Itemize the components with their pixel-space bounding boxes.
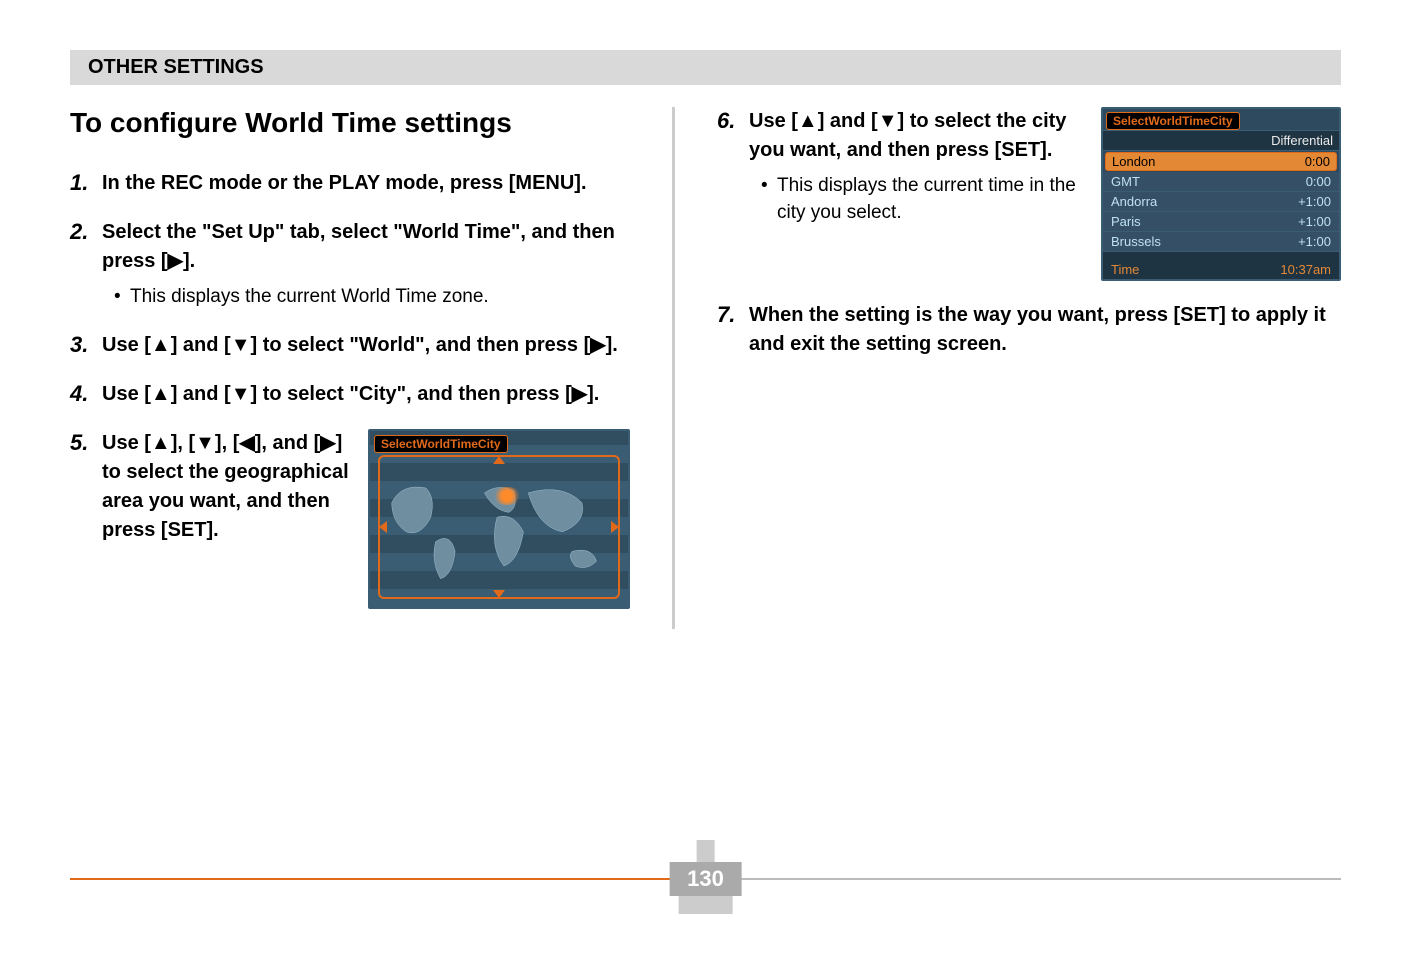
lcd-city: London — [1112, 154, 1155, 169]
manual-page: OTHER SETTINGS To configure World Time s… — [0, 0, 1411, 954]
lcd-spacer — [1103, 252, 1339, 260]
step-text: Use [▲], [▼], [◀], and [▶] to select the… — [102, 429, 350, 545]
step-note: This displays the current time in the ci… — [761, 173, 1083, 226]
lcd-diff: +1:00 — [1298, 234, 1331, 249]
lcd-row: Paris +1:00 — [1103, 212, 1339, 232]
step-text: Use [▲] and [▼] to select "City", and th… — [102, 380, 630, 409]
lcd-diff: +1:00 — [1298, 214, 1331, 229]
lcd-city: Paris — [1111, 214, 1141, 229]
lcd-diff: 0:00 — [1305, 154, 1330, 169]
two-column-layout: To configure World Time settings 1. In t… — [70, 107, 1341, 629]
page-footer: 130 — [669, 840, 742, 914]
step-number: 3. — [70, 331, 94, 360]
steps-right: 6. Use [▲] and [▼] to select the city yo… — [717, 107, 1341, 359]
lcd-row: Andorra +1:00 — [1103, 192, 1339, 212]
step-text: Use [▲] and [▼] to select the city you w… — [749, 107, 1083, 165]
lcd-city: Andorra — [1111, 194, 1157, 209]
lcd-city: Brussels — [1111, 234, 1161, 249]
lcd-city-list-screenshot: SelectWorldTimeCity Differential London … — [1101, 107, 1341, 281]
step-text: Use [▲] and [▼] to select "World", and t… — [102, 331, 630, 360]
lcd-row: GMT 0:00 — [1103, 172, 1339, 192]
lcd-title: SelectWorldTimeCity — [1106, 112, 1240, 130]
column-divider — [672, 107, 675, 629]
lcd-column-header: Differential — [1103, 130, 1339, 151]
step-note-list: This displays the current time in the ci… — [761, 173, 1083, 226]
footer-stub — [697, 840, 715, 862]
step-text: When the setting is the way you want, pr… — [749, 301, 1341, 359]
step-item: 7. When the setting is the way you want,… — [717, 301, 1341, 359]
step-text: Select the "Set Up" tab, select "World T… — [102, 218, 630, 276]
lcd-diff: +1:00 — [1298, 194, 1331, 209]
lcd-diff: 0:00 — [1306, 174, 1331, 189]
lcd-time-label: Time — [1111, 262, 1139, 277]
left-column: To configure World Time settings 1. In t… — [70, 107, 630, 629]
page-number: 130 — [669, 862, 742, 896]
step-number: 2. — [70, 218, 94, 311]
step-text: In the REC mode or the PLAY mode, press … — [102, 169, 630, 198]
step-number: 1. — [70, 169, 94, 198]
right-column: 6. Use [▲] and [▼] to select the city yo… — [717, 107, 1341, 629]
lcd-world-map-screenshot: SelectWorldTimeCity — [368, 429, 630, 609]
lcd-time-value: 10:37am — [1280, 262, 1331, 277]
step-item: 5. Use [▲], [▼], [◀], and [▶] to select … — [70, 429, 630, 609]
step-number: 5. — [70, 429, 94, 609]
section-header: OTHER SETTINGS — [70, 50, 1341, 85]
step-item: 3. Use [▲] and [▼] to select "World", an… — [70, 331, 630, 360]
step-item: 2. Select the "Set Up" tab, select "Worl… — [70, 218, 630, 311]
lcd-city: GMT — [1111, 174, 1140, 189]
world-map-icon — [382, 459, 616, 595]
lcd-title: SelectWorldTimeCity — [374, 435, 508, 453]
steps-left: 1. In the REC mode or the PLAY mode, pre… — [70, 169, 630, 609]
step-note-list: This displays the current World Time zon… — [114, 284, 630, 311]
footer-stub — [679, 896, 733, 914]
step-item: 4. Use [▲] and [▼] to select "City", and… — [70, 380, 630, 409]
page-title: To configure World Time settings — [70, 107, 630, 139]
step-item: 1. In the REC mode or the PLAY mode, pre… — [70, 169, 630, 198]
step-number: 7. — [717, 301, 741, 359]
step-item: 6. Use [▲] and [▼] to select the city yo… — [717, 107, 1341, 281]
map-highlight-icon — [492, 487, 522, 505]
lcd-row-selected: London 0:00 — [1105, 152, 1337, 171]
lcd-time-row: Time 10:37am — [1103, 260, 1339, 279]
lcd-row: Brussels +1:00 — [1103, 232, 1339, 252]
step-number: 6. — [717, 107, 741, 281]
step-number: 4. — [70, 380, 94, 409]
step-note: This displays the current World Time zon… — [114, 284, 630, 311]
